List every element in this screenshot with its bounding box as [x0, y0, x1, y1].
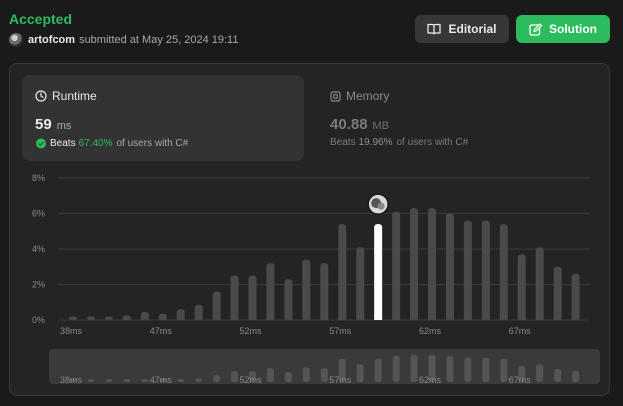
navigator-bar [231, 371, 239, 382]
navigator-bar [572, 370, 580, 382]
avatar[interactable] [9, 33, 23, 47]
y-tick-label: 4% [32, 244, 45, 254]
x-tick-label: 52ms [239, 326, 262, 336]
navigator-tick-label: 52ms [239, 375, 262, 385]
navigator-bar [500, 358, 508, 382]
bar[interactable] [320, 263, 329, 320]
navigator-bar [266, 368, 274, 382]
bar[interactable] [212, 291, 221, 320]
x-tick-label: 57ms [329, 326, 352, 336]
navigator-bar [410, 354, 418, 382]
navigator-bar [284, 372, 292, 382]
bar[interactable] [338, 224, 347, 320]
bar[interactable] [499, 224, 508, 320]
bar[interactable] [481, 220, 490, 320]
bar[interactable] [410, 208, 419, 320]
bar[interactable] [284, 279, 293, 320]
solution-label: Solution [549, 22, 597, 36]
bar[interactable] [194, 304, 203, 320]
bar[interactable] [140, 312, 149, 320]
bar[interactable] [553, 266, 562, 320]
navigator-bar [213, 375, 221, 382]
navigator-bar [105, 379, 113, 382]
bar[interactable] [176, 309, 185, 320]
edit-icon [529, 22, 542, 36]
submission-meta: artofcom submitted at May 25, 2024 19:11 [9, 33, 238, 47]
editorial-label: Editorial [448, 22, 497, 36]
y-tick-label: 8% [32, 173, 45, 183]
navigator-bar [446, 356, 454, 382]
bar[interactable] [571, 273, 580, 320]
bar[interactable] [517, 254, 526, 320]
navigator-bar [356, 364, 364, 382]
bar[interactable] [428, 208, 436, 320]
navigator-bar [536, 364, 544, 382]
bar[interactable] [86, 316, 95, 320]
user-avatar-icon [367, 193, 389, 215]
bar[interactable] [266, 263, 275, 320]
navigator-bar [87, 379, 95, 382]
navigator-bar [554, 369, 562, 382]
x-tick-label: 47ms [150, 326, 173, 336]
bar[interactable] [356, 247, 365, 320]
y-tick-label: 6% [32, 209, 45, 219]
status-title: Accepted [9, 11, 73, 27]
bar[interactable] [392, 211, 401, 320]
x-tick-label: 62ms [419, 326, 442, 336]
navigator-bar [320, 368, 328, 382]
runtime-distribution-chart[interactable]: 0% 2% 4% 6% 8% 38ms 47ms 52ms 57ms 62ms 67ms 38ms 47… [10, 64, 611, 397]
bar-current-submission[interactable] [374, 224, 383, 320]
range-navigator[interactable]: 38ms 47ms 52ms 57ms 62ms 67ms [49, 349, 600, 385]
navigator-bar [482, 357, 490, 382]
bar[interactable] [158, 313, 167, 320]
bar[interactable] [230, 275, 239, 320]
submitted-text: submitted at May 25, 2024 19:11 [79, 34, 239, 46]
navigator-tick-label: 38ms [60, 375, 83, 385]
y-tick-label: 0% [32, 315, 45, 325]
bar[interactable] [302, 259, 311, 320]
navigator-tick-label: 57ms [329, 375, 352, 385]
bar[interactable] [248, 275, 257, 320]
bar[interactable] [463, 220, 472, 320]
book-icon [427, 23, 442, 35]
stats-panel: Runtime 59 ms Beats 67.40% of users with… [9, 63, 610, 396]
bar[interactable] [104, 316, 113, 320]
submission-result-page: Accepted artofcom submitted at May 25, 2… [0, 0, 623, 406]
navigator-bar [123, 379, 131, 382]
bar[interactable] [535, 247, 544, 320]
navigator-bar [374, 358, 382, 382]
navigator-bar [302, 367, 310, 382]
bar[interactable] [69, 316, 77, 320]
x-tick-label: 67ms [509, 326, 532, 336]
navigator-tick-label: 67ms [509, 375, 532, 385]
bar[interactable] [122, 315, 131, 320]
navigator-bar [195, 378, 203, 382]
navigator-bar [464, 357, 472, 382]
navigator-tick-label: 62ms [419, 375, 442, 385]
username-link[interactable]: artofcom [28, 34, 75, 46]
editorial-button[interactable]: Editorial [415, 15, 509, 43]
navigator-tick-label: 47ms [150, 375, 173, 385]
navigator-bar [392, 355, 400, 382]
navigator-bar [177, 379, 185, 382]
y-tick-label: 2% [32, 280, 45, 290]
navigator-bar [141, 379, 149, 382]
x-tick-label: 38ms [60, 326, 83, 336]
bar[interactable] [445, 213, 454, 321]
solution-button[interactable]: Solution [516, 15, 610, 43]
